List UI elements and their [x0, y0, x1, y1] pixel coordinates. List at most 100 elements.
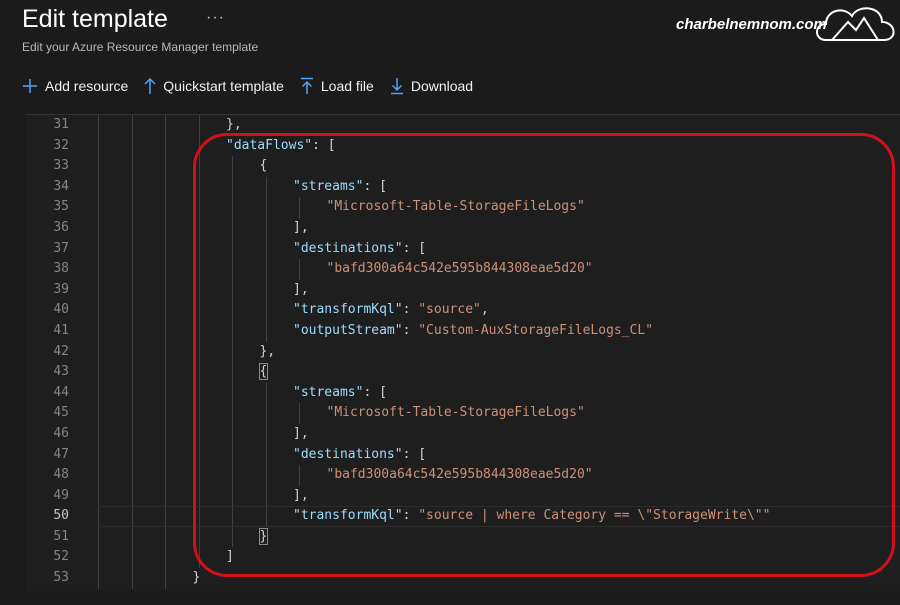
code-line[interactable]: ], [98, 279, 900, 301]
indent-guide [232, 507, 233, 526]
code-line[interactable]: "outputStream": "Custom-AuxStorageFileLo… [98, 320, 900, 342]
indent-guide [131, 547, 133, 569]
code-line[interactable]: "transformKql": "source", [98, 300, 900, 321]
line-number: 38 [53, 261, 69, 277]
code-line[interactable]: "destinations": [ [98, 444, 900, 466]
indent-guide [198, 341, 200, 363]
arrow-up-icon [144, 77, 156, 94]
code-line[interactable]: "streams": [ [98, 382, 900, 404]
code-line[interactable]: "Microsoft-Table-StorageFileLogs" [98, 197, 900, 218]
json-punctuation: }, [226, 117, 242, 132]
code-line[interactable]: ] [98, 547, 900, 569]
json-key: "streams" [293, 384, 364, 400]
code-line-content: } [193, 568, 201, 589]
json-key: "transformKql" [293, 302, 403, 318]
code-editor[interactable]: 31 32 33 34 35 36 37 38 39 40 41 42 43 44 45 46 47 48 49 50… [26, 114, 900, 592]
code-line[interactable]: { [98, 156, 900, 177]
line-number: 39 [53, 281, 69, 297]
page-header: Edit template ··· Edit your Azure Resour… [0, 0, 900, 118]
code-line-content: ], [293, 486, 309, 507]
indent-guide [131, 279, 133, 301]
indent-guide [265, 465, 267, 486]
json-punctuation: } [192, 570, 201, 586]
page-title: Edit template [22, 5, 168, 33]
indent-guide [98, 176, 99, 198]
indent-guide [131, 197, 133, 218]
indent-guide [98, 300, 99, 321]
code-line-content: { [260, 156, 268, 177]
download-button[interactable]: Download [390, 77, 473, 95]
code-line[interactable]: "streams": [ [98, 176, 900, 198]
indent-guide [165, 362, 166, 383]
indent-guide [165, 568, 166, 589]
indent-guide [165, 507, 166, 526]
quickstart-template-label: Quickstart template [163, 78, 284, 94]
indent-guide [232, 485, 233, 507]
code-line[interactable]: "transformKql": "source | where Category… [98, 506, 900, 527]
code-line[interactable]: "destinations": [ [98, 238, 900, 260]
line-number: 44 [53, 384, 69, 400]
indent-guide [198, 135, 200, 157]
indent-guide [232, 465, 233, 486]
indent-guide [131, 507, 133, 526]
json-punctuation: : [402, 322, 419, 338]
indent-guide [265, 259, 267, 280]
line-number: 37 [53, 240, 69, 256]
code-line-content: { [258, 362, 269, 383]
indent-guide [198, 197, 200, 218]
json-string: "Custom-AuxStorageFileLogs_CL" [418, 322, 654, 338]
indent-guide [165, 217, 166, 239]
json-punctuation: : [ [402, 446, 427, 462]
indent-guide [98, 279, 99, 301]
indent-guide [198, 465, 200, 486]
indent-guide [131, 135, 133, 157]
indent-guide [165, 156, 166, 177]
code-line[interactable]: "bafd300a64c542e595b844308eae5d20" [98, 465, 900, 486]
indent-guide [165, 115, 166, 136]
code-line[interactable]: "bafd300a64c542e595b844308eae5d20" [98, 259, 900, 280]
indent-guide [265, 444, 267, 466]
line-number: 48 [53, 467, 69, 483]
code-line-content: "Microsoft-Table-StorageFileLogs" [327, 403, 585, 424]
code-line[interactable]: }, [98, 341, 900, 363]
code-line[interactable]: ], [98, 423, 900, 445]
code-line[interactable]: "dataFlows": [ [98, 135, 900, 157]
indent-guide [265, 507, 267, 526]
download-label: Download [410, 78, 474, 94]
json-punctuation: { [258, 363, 269, 381]
add-resource-button[interactable]: Add resource [22, 78, 128, 94]
code-line[interactable]: } [98, 568, 900, 589]
json-punctuation: { [259, 158, 268, 174]
indent-guide [232, 423, 233, 445]
indent-guide [232, 156, 233, 177]
toolbar: Add resource Quickstart template Load fi… [22, 72, 489, 100]
more-options-button[interactable]: ··· [206, 9, 225, 27]
indent-guide [131, 403, 133, 424]
indent-guide [98, 115, 99, 136]
json-punctuation: ] [226, 549, 234, 565]
code-line[interactable]: { [98, 362, 900, 383]
code-line[interactable]: } [98, 526, 900, 548]
indent-guide [98, 238, 99, 260]
json-punctuation: : [402, 302, 419, 318]
indent-guide [198, 217, 200, 239]
indent-guide [98, 382, 99, 404]
indent-guide [232, 217, 233, 239]
code-line[interactable]: ], [98, 217, 900, 239]
code-line-content: "streams": [ [293, 177, 387, 198]
quickstart-template-button[interactable]: Quickstart template [144, 77, 284, 95]
load-file-button[interactable]: Load file [300, 77, 374, 95]
code-area[interactable]: }, "dataFlows": [{"streams": ["Microsoft-… [98, 115, 900, 589]
indent-guide [98, 156, 99, 177]
indent-guide [232, 197, 233, 218]
json-key: "streams" [293, 178, 364, 194]
indent-guide [165, 526, 166, 548]
download-icon [390, 78, 403, 95]
indent-guide [98, 341, 99, 363]
code-line[interactable]: ], [98, 485, 900, 507]
indent-guide [165, 403, 166, 424]
code-line[interactable]: "Microsoft-Table-StorageFileLogs" [98, 403, 900, 424]
code-line[interactable]: }, [98, 115, 900, 136]
indent-guide [198, 362, 200, 383]
indent-guide [198, 176, 200, 198]
